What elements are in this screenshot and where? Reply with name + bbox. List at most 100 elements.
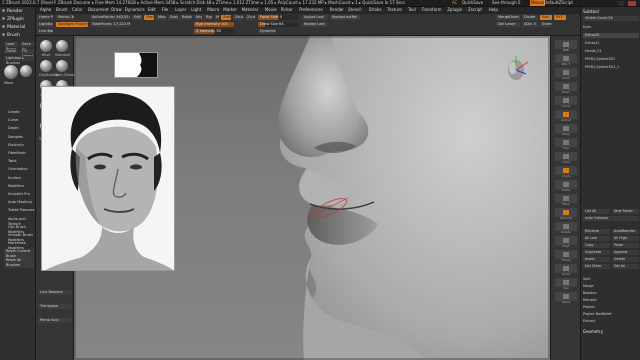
menu-item-document[interactable]: Document	[88, 7, 109, 13]
remesh-subpalette[interactable]: Remesh	[583, 298, 639, 303]
duplicate-button[interactable]: Duplicate	[583, 250, 610, 255]
right-shelf-rotate-button[interactable]: Rotate	[555, 222, 577, 234]
brush-subpalette-twist[interactable]: Twist	[8, 159, 17, 164]
del-lower-button[interactable]: Del Lower	[496, 22, 520, 27]
all-low-button[interactable]: All Low	[583, 236, 610, 241]
quicksave-button[interactable]: QuickSave	[462, 0, 483, 6]
right-shelf-l-sym-button[interactable]: L.Sym	[555, 166, 577, 178]
edit-button[interactable]: Edit	[132, 15, 142, 20]
menu-item-stroke[interactable]: Stroke	[369, 7, 382, 13]
draw-size-slider[interactable]: Draw Size 64	[258, 22, 298, 27]
menu-item-picker[interactable]: Picker	[281, 7, 293, 13]
close-icon[interactable]	[628, 1, 636, 6]
rgb-button[interactable]: Rgb	[204, 15, 212, 20]
list-all-button[interactable]: List All	[583, 209, 610, 214]
brush-subpalette-fibermesh[interactable]: FiberMesh	[8, 151, 26, 156]
subtool-item[interactable]: PM3D_Sphere3D1_1	[583, 65, 639, 70]
menu-item-zscript[interactable]: Zscript	[468, 7, 482, 13]
right-shelf-persp-button[interactable]: Persp	[555, 124, 577, 136]
copy-button[interactable]: Copy	[583, 243, 610, 248]
z-intensity-slider[interactable]: Z Intensity 50	[194, 29, 234, 34]
menu-item-help[interactable]: Help	[489, 7, 498, 13]
persp-solo-button[interactable]: Persp Solo	[38, 318, 72, 323]
right-shelf-actual-button[interactable]: Actual	[555, 96, 577, 108]
subtool-item[interactable]: Extract1	[583, 41, 639, 46]
brush-subpalette-auto-masking[interactable]: Auto Masking	[8, 200, 32, 205]
append-button[interactable]: Append	[612, 250, 639, 255]
right-shelf-scroll-button[interactable]: Scroll	[555, 68, 577, 80]
dam-standard-brush-icon[interactable]	[56, 60, 68, 72]
brush-subpalette-tablet-pressure[interactable]: Tablet Pressure	[8, 208, 34, 213]
project-basrelief-subpalette[interactable]: Project BasRelief	[583, 312, 639, 317]
move-button[interactable]: Move	[156, 15, 166, 20]
live-boolean-toggle[interactable]: Live Boolean	[38, 290, 72, 295]
menu-item-texture[interactable]: Texture	[387, 7, 402, 13]
auto-collapse-button[interactable]: Auto Collapse	[583, 216, 639, 221]
spotlight-projection-button[interactable]: Spotlight Projection	[56, 22, 88, 27]
replay-last-button[interactable]: Replay Last	[302, 22, 328, 27]
menu-item-preferences[interactable]: Preferences	[299, 7, 323, 13]
zcut-button[interactable]: Zcut	[245, 15, 255, 20]
brush-subpalette-create[interactable]: Create	[8, 110, 20, 115]
zadd-button[interactable]: Zadd	[221, 15, 231, 20]
stencil-thumbnail[interactable]	[114, 52, 158, 78]
ac-button[interactable]: AC	[452, 0, 457, 6]
right-shelf-zoom3d-button[interactable]: Zoom3D	[555, 208, 577, 220]
scale-button[interactable]: Scale	[168, 15, 178, 20]
focal-shift-slider[interactable]: Focal Shift 0	[258, 15, 298, 20]
brush-subpalette-surface[interactable]: Surface	[8, 176, 21, 181]
rotate-button[interactable]: Rotate	[180, 15, 192, 20]
boolean-subpalette[interactable]: Boolean	[583, 291, 639, 296]
insert-button[interactable]: Insert	[583, 257, 610, 262]
right-shelf-ghost-button[interactable]: Ghost	[555, 264, 577, 276]
right-shelf-transp-button[interactable]: Transp	[555, 250, 577, 262]
merge-subpalette[interactable]: Merge	[583, 284, 639, 289]
brush-subpalette-elasticity[interactable]: Elasticity	[8, 143, 24, 148]
menu-item-dynamics[interactable]: Dynamics	[125, 7, 145, 13]
project-subpalette[interactable]: Project	[583, 305, 639, 310]
right-shelf-bpr-button[interactable]: BPR	[555, 40, 577, 52]
del-all-button[interactable]: Del All	[612, 264, 639, 269]
menu-item-color[interactable]: Color	[72, 7, 82, 13]
subtool-item[interactable]: Hands_01	[583, 49, 639, 54]
menu-item-draw[interactable]: Draw	[111, 7, 121, 13]
subtool-header[interactable]: Subtool	[583, 9, 639, 14]
see-through-slider[interactable]: See-through 0	[492, 0, 526, 6]
brush-subpalette-orientation[interactable]: Orientation	[8, 167, 28, 172]
del-other-button[interactable]: Del Other	[583, 264, 610, 269]
rgb-intensity-slider[interactable]: Rgb Intensity 100	[194, 22, 234, 27]
rename-button[interactable]: Rename	[583, 229, 610, 234]
menu-item-file[interactable]: File	[162, 7, 169, 13]
menu-item-macro[interactable]: Macro	[207, 7, 219, 13]
right-shelf-frame-button[interactable]: Frame	[555, 180, 577, 192]
right-shelf-aahalf-button[interactable]: AAHalf	[555, 110, 577, 122]
m-button[interactable]: M	[214, 15, 219, 20]
delete-button[interactable]: Delete	[612, 257, 639, 262]
brush-subpalette-sculptris-pro[interactable]: Sculptris Pro	[8, 192, 30, 197]
menu-item-zplugin[interactable]: Zplugin	[447, 7, 462, 13]
claybuildup-brush-icon[interactable]	[40, 60, 52, 72]
brush-subpalette-modifiers[interactable]: Modifiers	[8, 184, 24, 189]
subtool-item-active[interactable]: Extract2	[583, 33, 639, 38]
brush-subpalette-curve[interactable]: Curve	[8, 118, 18, 123]
menu-item-movie[interactable]: Movie	[265, 7, 277, 13]
brush-subpalette-depth[interactable]: Depth	[8, 126, 19, 131]
extract-subpalette[interactable]: Extract	[583, 319, 639, 324]
default-zscript-button[interactable]: DefaultZScript	[544, 0, 578, 6]
menu-item-tool[interactable]: Tool	[408, 7, 416, 13]
right-shelf-local-button[interactable]: Local	[555, 152, 577, 164]
right-shelf-spix-3-button[interactable]: SPix 3	[555, 54, 577, 66]
dynamic-button[interactable]: Dynamic	[258, 29, 276, 34]
menu-item-stencil[interactable]: Stencil	[348, 7, 362, 13]
replay-last-rel-button[interactable]: ReplayLastRel	[330, 15, 360, 20]
menu-item-light[interactable]: Light	[191, 7, 201, 13]
geometry-header[interactable]: Geometry	[583, 329, 639, 334]
minimize-icon[interactable]	[618, 1, 624, 6]
right-shelf-floor-button[interactable]: Floor	[555, 138, 577, 150]
right-shelf-zoom-button[interactable]: Zoom	[555, 82, 577, 94]
right-shelf-move-button[interactable]: Move	[555, 194, 577, 206]
brush-subpalette-reset-all-brushes[interactable]: Reset All Brushes	[4, 257, 34, 268]
all-high-button[interactable]: All High	[612, 236, 639, 241]
standard-brush-icon[interactable]	[56, 40, 68, 52]
split-subpalette[interactable]: Split	[583, 277, 639, 282]
